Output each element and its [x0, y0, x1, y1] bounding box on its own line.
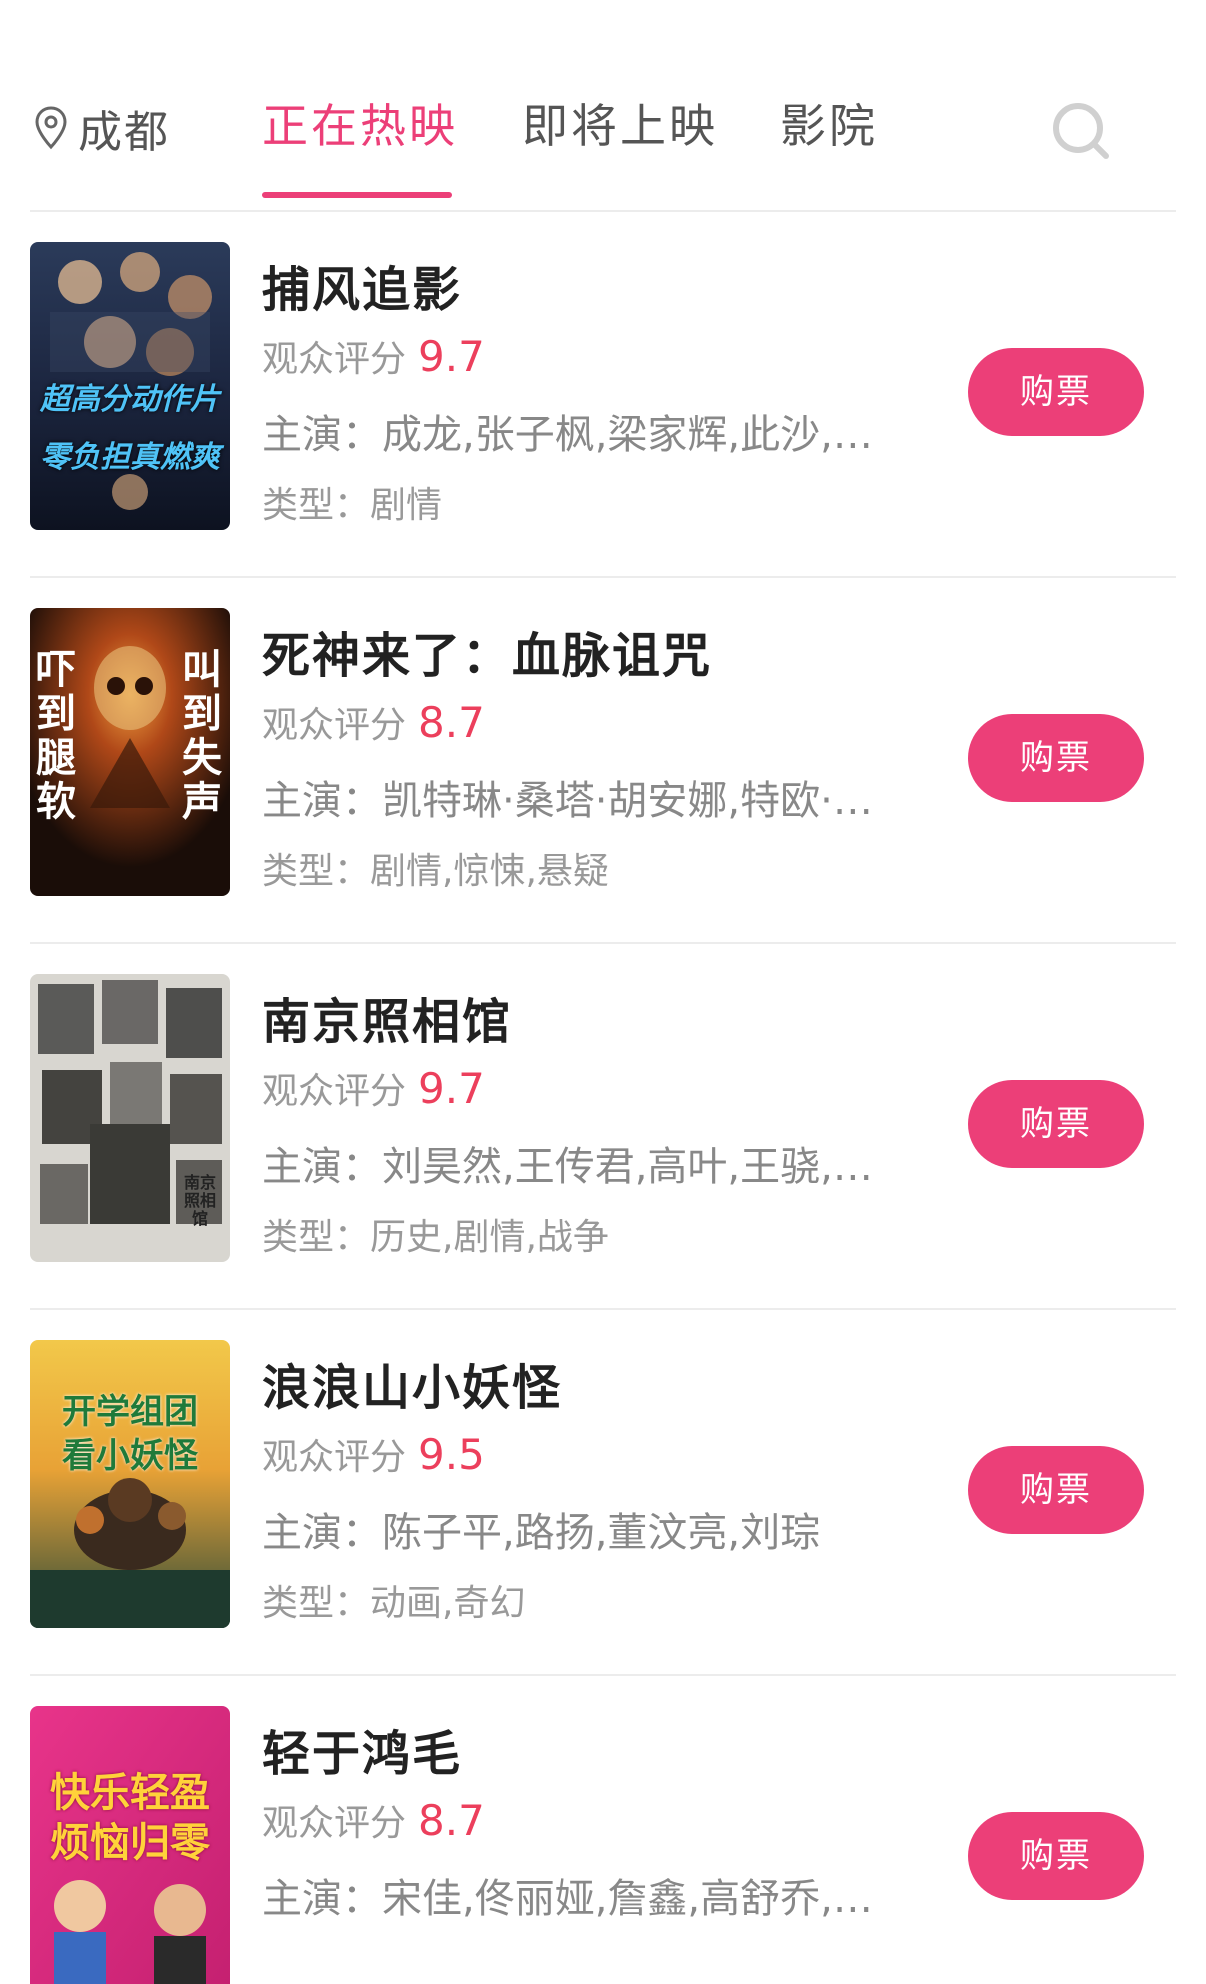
rating-label: 观众评分 — [262, 1437, 407, 1478]
rating-label: 观众评分 — [262, 339, 407, 380]
genre-value: 动画,奇幻 — [370, 1583, 526, 1624]
buy-ticket-button[interactable]: 购票 — [968, 1080, 1144, 1168]
movie-poster[interactable]: 吓到腿软 叫到失声 — [30, 608, 230, 896]
movie-item[interactable]: 快乐轻盈 烦恼归零 轻于鸿毛 观众评分 8.7 主演：宋佳,佟丽娅,詹鑫,高舒乔,… — [0, 1676, 1206, 1984]
buy-ticket-button[interactable]: 购票 — [968, 1812, 1144, 1900]
buy-ticket-button[interactable]: 购票 — [968, 1446, 1144, 1534]
cast-label: 主演： — [262, 1876, 382, 1922]
genre-value: 剧情 — [370, 485, 443, 526]
search-icon[interactable] — [1048, 98, 1112, 162]
movie-title[interactable]: 浪浪山小妖怪 — [262, 1348, 562, 1418]
rating-label: 观众评分 — [262, 1071, 407, 1112]
rating-label: 观众评分 — [262, 1803, 407, 1844]
cast-line: 主演：凯特琳·桑塔·胡安娜,特欧·… — [262, 768, 922, 826]
cast-label: 主演： — [262, 778, 382, 824]
movie-poster[interactable]: 南京照相馆 — [30, 974, 230, 1262]
buy-ticket-button[interactable]: 购票 — [968, 348, 1144, 436]
cast-label: 主演： — [262, 1510, 382, 1556]
rating-score: 8.7 — [418, 698, 485, 747]
rating-line: 观众评分 9.5 — [262, 1428, 485, 1480]
poster-tagline: 开学组团 — [62, 1392, 198, 1432]
rating-line: 观众评分 8.7 — [262, 696, 485, 748]
genre-label: 类型： — [262, 1583, 371, 1624]
genre-line: 类型：剧情,惊悚,悬疑 — [262, 842, 609, 894]
movie-title[interactable]: 轻于鸿毛 — [262, 1714, 462, 1784]
movie-item[interactable]: 吓到腿软 叫到失声 死神来了：血脉诅咒 观众评分 8.7 主演：凯特琳·桑塔·胡安… — [0, 578, 1206, 944]
rating-score: 8.7 — [418, 1796, 485, 1845]
rating-line: 观众评分 8.7 — [262, 1794, 485, 1846]
poster-tagline: 叫到失声 — [182, 647, 222, 825]
tab-cinemas[interactable]: 影院 — [780, 94, 878, 158]
movie-list: 超高分动作片 零负担真燃爽 捕风追影 观众评分 9.7 主演：成龙,张子枫,梁家辉… — [0, 212, 1206, 1984]
rating-label: 观众评分 — [262, 705, 407, 746]
city-selector[interactable]: 成都 — [34, 96, 170, 160]
rating-score: 9.7 — [418, 1064, 485, 1113]
tab-now-showing[interactable]: 正在热映 — [262, 94, 458, 158]
poster-tagline: 烦恼归零 — [50, 1820, 210, 1866]
movie-poster[interactable]: 快乐轻盈 烦恼归零 — [30, 1706, 230, 1984]
movie-title[interactable]: 南京照相馆 — [262, 982, 512, 1052]
genre-label: 类型： — [262, 1217, 371, 1258]
poster-tagline: 看小妖怪 — [62, 1436, 198, 1476]
poster-tagline: 零负担真燃爽 — [40, 440, 220, 475]
movie-listing-page: 成都 正在热映 即将上映 影院 超高分动作片 零负担真燃爽 捕风追影 观众评分 … — [0, 0, 1206, 1984]
movie-item[interactable]: 南京照相馆 南京照相馆 观众评分 9.7 主演：刘昊然,王传君,高叶,王骁,… 类… — [0, 944, 1206, 1310]
cast-line: 主演：宋佳,佟丽娅,詹鑫,高舒乔,… — [262, 1866, 922, 1924]
rating-score: 9.7 — [418, 332, 485, 381]
movie-item[interactable]: 超高分动作片 零负担真燃爽 捕风追影 观众评分 9.7 主演：成龙,张子枫,梁家辉… — [0, 212, 1206, 578]
genre-line: 类型：历史,剧情,战争 — [262, 1208, 609, 1260]
cast-line: 主演：成龙,张子枫,梁家辉,此沙,… — [262, 402, 922, 460]
cast-names: 陈子平,路扬,董汶亮,刘琮 — [382, 1510, 821, 1556]
genre-label: 类型： — [262, 851, 371, 892]
active-tab-indicator — [262, 192, 452, 198]
genre-label: 类型： — [262, 485, 371, 526]
genre-value: 历史,剧情,战争 — [370, 1217, 609, 1258]
cast-line: 主演：刘昊然,王传君,高叶,王骁,… — [262, 1134, 922, 1192]
genre-value: 剧情,惊悚,悬疑 — [370, 851, 609, 892]
movie-title[interactable]: 捕风追影 — [262, 250, 462, 320]
cast-line: 主演：陈子平,路扬,董汶亮,刘琮 — [262, 1500, 922, 1558]
cast-label: 主演： — [262, 412, 382, 458]
buy-ticket-button[interactable]: 购票 — [968, 714, 1144, 802]
movie-title[interactable]: 死神来了：血脉诅咒 — [262, 616, 712, 686]
location-pin-icon — [35, 106, 67, 150]
cast-names: 凯特琳·桑塔·胡安娜,特欧·… — [382, 778, 873, 824]
cast-label: 主演： — [262, 1144, 382, 1190]
cast-names: 刘昊然,王传君,高叶,王骁,… — [382, 1144, 873, 1190]
genre-line: 类型：剧情 — [262, 476, 442, 528]
rating-line: 观众评分 9.7 — [262, 330, 485, 382]
rating-line: 观众评分 9.7 — [262, 1062, 485, 1114]
cast-names: 成龙,张子枫,梁家辉,此沙,… — [382, 412, 873, 458]
genre-line: 类型：动画,奇幻 — [262, 1574, 525, 1626]
tab-coming-soon[interactable]: 即将上映 — [522, 94, 718, 158]
cast-names: 宋佳,佟丽娅,詹鑫,高舒乔,… — [382, 1876, 873, 1922]
movie-poster[interactable]: 开学组团 看小妖怪 — [30, 1340, 230, 1628]
rating-score: 9.5 — [418, 1430, 485, 1479]
poster-tagline: 南京照相馆 — [183, 1173, 216, 1228]
city-name: 成都 — [78, 107, 170, 158]
top-navigation: 成都 正在热映 即将上映 影院 — [0, 0, 1206, 210]
movie-poster[interactable]: 超高分动作片 零负担真燃爽 — [30, 242, 230, 530]
poster-tagline: 超高分动作片 — [40, 382, 220, 417]
movie-item[interactable]: 开学组团 看小妖怪 浪浪山小妖怪 观众评分 9.5 主演：陈子平,路扬,董汶亮,刘… — [0, 1310, 1206, 1676]
poster-tagline: 吓到腿软 — [36, 647, 76, 825]
